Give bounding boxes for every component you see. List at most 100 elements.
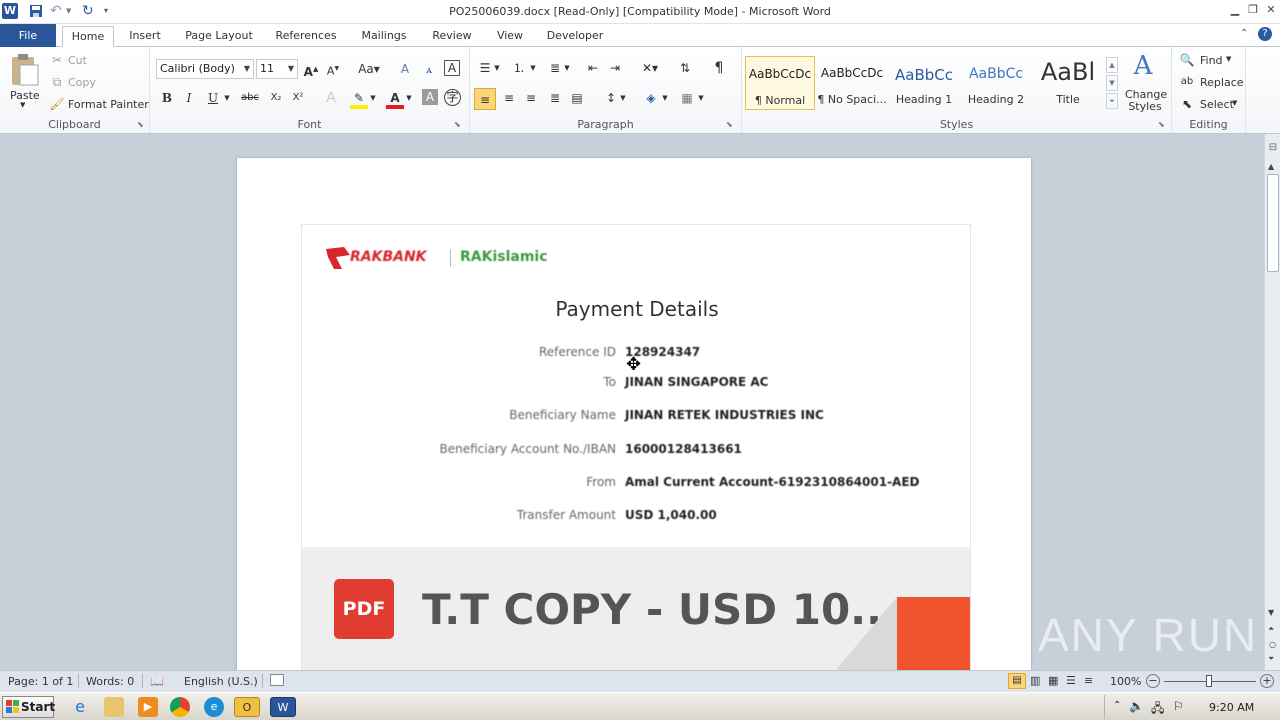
help-icon[interactable]: ? [1258, 27, 1272, 41]
word-taskbar-icon[interactable]: W [270, 697, 296, 717]
outline-view-icon[interactable]: ☰ [1066, 674, 1076, 687]
styles-scroll-up-icon[interactable]: ▲ [1106, 57, 1118, 73]
network-icon[interactable]: 🖧 [1151, 699, 1164, 720]
tab-developer[interactable]: Developer [540, 26, 610, 47]
character-border-icon[interactable]: A [444, 60, 460, 76]
document-page[interactable]: RAKBANK RAKislamic Payment Details Refer… [237, 158, 1031, 670]
clipboard-launcher-icon[interactable]: ⬊ [137, 120, 144, 129]
zoom-in-icon[interactable]: + [1260, 674, 1274, 688]
style-normal[interactable]: AaBbCcDc ¶ Normal [745, 56, 815, 110]
zoom-level[interactable]: 100% [1110, 675, 1141, 688]
bullets-dropdown-icon[interactable]: ▼ [492, 59, 502, 77]
superscript-button[interactable]: X² [288, 89, 308, 107]
strikethrough-button[interactable]: abc [238, 89, 262, 107]
change-styles-icon[interactable]: A [1128, 51, 1158, 81]
tab-home[interactable]: Home [62, 26, 114, 47]
styles-launcher-icon[interactable]: ⬊ [1158, 120, 1165, 129]
print-layout-view-icon[interactable]: ▤ [1008, 673, 1026, 689]
style-heading-1[interactable]: AaBbCc Heading 1 [889, 56, 959, 110]
draft-view-icon[interactable]: ≡ [1084, 674, 1093, 687]
character-shading-icon[interactable]: A [422, 89, 438, 105]
page-count[interactable]: Page: 1 of 1 [8, 675, 73, 688]
zoom-slider-thumb[interactable] [1206, 675, 1212, 687]
vertical-scrollbar[interactable]: ⊟ ▲ ▼ ⏶ ○ ⏷ [1264, 134, 1280, 670]
font-size-combo[interactable]: 11 ▼ [256, 59, 298, 79]
find-button[interactable]: Find [1200, 54, 1223, 67]
tab-insert[interactable]: Insert [120, 26, 170, 47]
numbering-dropdown-icon[interactable]: ▼ [528, 59, 538, 77]
font-launcher-icon[interactable]: ⬊ [454, 120, 461, 129]
outlook-icon[interactable]: O [234, 697, 260, 717]
tab-review[interactable]: Review [424, 26, 480, 47]
shrink-font-icon[interactable]: A▼ [324, 60, 342, 78]
volume-icon[interactable]: 🔈 [1129, 699, 1144, 713]
zoom-out-icon[interactable]: − [1146, 674, 1160, 688]
bold-button[interactable]: B [158, 89, 176, 107]
cut-button[interactable]: Cut [68, 54, 87, 67]
close-button[interactable]: ✕ [1262, 2, 1280, 18]
numbering-icon[interactable]: ⒈ [510, 59, 528, 77]
tab-mailings[interactable]: Mailings [354, 26, 414, 47]
ie-icon[interactable]: e [70, 697, 90, 717]
tray-expand-icon[interactable]: ⌃ [1113, 700, 1121, 711]
underline-button[interactable]: U [204, 89, 222, 107]
font-name-combo[interactable]: Calibri (Body) ▼ [156, 59, 254, 79]
distributed-icon[interactable]: ▤ [568, 89, 586, 107]
align-left-icon[interactable]: ≡ [474, 88, 496, 110]
shading-dropdown-icon[interactable]: ▼ [660, 89, 670, 107]
sort-icon[interactable]: ⇅ [676, 59, 694, 77]
scrollbar-thumb[interactable] [1267, 174, 1279, 272]
style-heading-2[interactable]: AaBbCc Heading 2 [961, 56, 1031, 110]
underline-dropdown-icon[interactable]: ▼ [222, 89, 232, 107]
increase-indent-icon[interactable]: ⇥ [606, 59, 624, 77]
next-page-icon[interactable]: ⏷ [1268, 654, 1274, 664]
format-painter-button[interactable]: Format Painter [68, 98, 149, 111]
shading-icon[interactable]: ◈ [642, 89, 660, 107]
text-effects-icon[interactable]: A [322, 89, 340, 107]
line-spacing-dropdown-icon[interactable]: ▼ [618, 89, 628, 107]
embedded-payment-image[interactable]: RAKBANK RAKislamic Payment Details Refer… [301, 224, 971, 670]
browse-object-icon[interactable]: ○ [1269, 640, 1276, 649]
select-dropdown-icon[interactable]: ▼ [1232, 99, 1237, 107]
tab-page-layout[interactable]: Page Layout [180, 26, 258, 47]
clear-formatting-icon[interactable]: ꓮ [396, 60, 414, 78]
tab-file[interactable]: File [0, 24, 56, 47]
change-styles-button[interactable]: Change Styles [1125, 89, 1167, 113]
previous-page-icon[interactable]: ⏶ [1268, 624, 1274, 634]
restore-button[interactable]: ❐ [1244, 2, 1262, 18]
font-color-dropdown-icon[interactable]: ▼ [404, 89, 414, 107]
full-screen-reading-icon[interactable]: ▥ [1030, 674, 1040, 687]
show-formatting-icon[interactable]: ¶ [710, 59, 728, 77]
macro-recording-icon[interactable] [270, 674, 284, 686]
asian-layout-icon[interactable]: ✕▾ [638, 59, 662, 77]
explorer-icon[interactable] [104, 697, 124, 717]
edge-icon[interactable]: e [204, 697, 224, 717]
start-button[interactable]: Start [2, 696, 55, 718]
tab-references[interactable]: References [268, 26, 344, 47]
copy-button[interactable]: Copy [68, 76, 96, 89]
borders-icon[interactable]: ▦ [678, 89, 696, 107]
word-count[interactable]: Words: 0 [86, 675, 134, 688]
minimize-button[interactable]: ▁ [1226, 2, 1244, 18]
media-player-icon[interactable]: ▶ [138, 697, 158, 717]
align-center-icon[interactable]: ≡ [500, 89, 518, 107]
select-button[interactable]: Select [1200, 98, 1234, 111]
ruler-toggle-icon[interactable]: ⊟ [1266, 142, 1280, 156]
web-layout-icon[interactable]: ▦ [1048, 674, 1058, 687]
change-case-icon[interactable]: Aa▾ [356, 60, 382, 78]
language-indicator[interactable]: English (U.S.) [184, 675, 258, 688]
subscript-button[interactable]: X₂ [266, 89, 286, 107]
pdf-attachment-banner[interactable]: PDF T.T COPY - USD 10... [302, 547, 970, 670]
highlight-color-icon[interactable]: ✎ [350, 89, 368, 109]
highlight-dropdown-icon[interactable]: ▼ [368, 89, 378, 107]
phonetic-guide-icon[interactable]: ꭺ [420, 60, 438, 78]
justify-icon[interactable]: ≣ [546, 89, 564, 107]
paste-dropdown-icon[interactable]: ▼ [20, 101, 25, 109]
grow-font-icon[interactable]: A▲ [302, 60, 320, 79]
action-center-flag-icon[interactable]: ⚐ [1173, 699, 1184, 713]
enclose-characters-icon[interactable]: 字 [444, 89, 461, 106]
font-color-icon[interactable]: A [386, 89, 404, 109]
borders-dropdown-icon[interactable]: ▼ [696, 89, 706, 107]
clock[interactable]: 9:20 AM [1209, 701, 1254, 714]
multilevel-dropdown-icon[interactable]: ▼ [562, 59, 572, 77]
